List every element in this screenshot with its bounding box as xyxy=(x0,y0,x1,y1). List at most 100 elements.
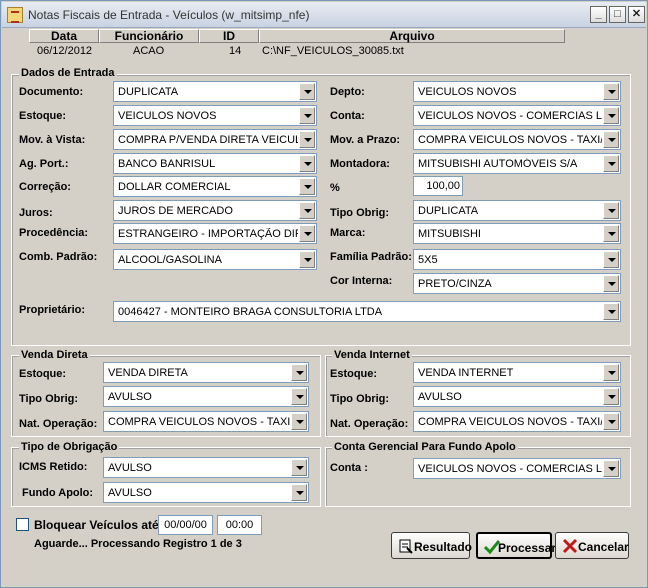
window-title: Notas Fiscais de Entrada - Veículos (w_m… xyxy=(28,8,310,22)
minimize-icon[interactable]: _ xyxy=(590,6,607,23)
documento-value: DUPLICATA xyxy=(118,86,179,98)
grid-cell-funcionario[interactable]: ACAO xyxy=(133,45,164,57)
vi-tipo-obrig-select[interactable]: AVULSO xyxy=(413,386,621,407)
montadora-select[interactable]: MITSUBISHI AUTOMÓVEIS S/A xyxy=(413,153,621,174)
depto-select[interactable]: VEICULOS NOVOS xyxy=(413,81,621,102)
icms-select[interactable]: AVULSO xyxy=(103,457,309,478)
title-bar[interactable]: Notas Fiscais de Entrada - Veículos (w_m… xyxy=(2,2,646,28)
familia-select[interactable]: 5X5 xyxy=(413,249,621,270)
juros-value: JUROS DE MERCADO xyxy=(118,205,233,217)
chevron-down-icon[interactable] xyxy=(603,388,619,405)
processar-button[interactable]: Processar xyxy=(476,532,556,559)
icms-label: ICMS Retido: xyxy=(19,461,88,473)
vi-estoque-select[interactable]: VENDA INTERNET xyxy=(413,362,621,383)
percent-input[interactable]: 100,00 xyxy=(413,176,463,196)
chevron-down-icon[interactable] xyxy=(299,155,315,172)
main-window: Notas Fiscais de Entrada - Veículos (w_m… xyxy=(0,0,648,588)
conta-select[interactable]: VEICULOS NOVOS - COMERCIAS LEVES xyxy=(413,105,621,126)
chevron-down-icon[interactable] xyxy=(603,107,619,124)
grid-header-funcionario[interactable]: Funcionário xyxy=(99,29,199,43)
grid-cell-arquivo[interactable]: C:\NF_VEICULOS_30085.txt xyxy=(262,45,404,57)
chevron-down-icon[interactable] xyxy=(603,364,619,381)
mov-vista-label: Mov. à Vista: xyxy=(19,134,86,146)
bloquear-time-input[interactable]: 00:00 xyxy=(217,515,262,535)
vd-estoque-select[interactable]: VENDA DIRETA xyxy=(103,362,309,383)
mov-prazo-select[interactable]: COMPRA VEICULOS NOVOS - TAXI/DEF xyxy=(413,129,621,150)
cancelar-button[interactable]: Cancelar xyxy=(555,532,629,559)
chevron-down-icon[interactable] xyxy=(291,484,307,501)
resultado-button[interactable]: Resultado xyxy=(391,532,472,559)
cor-interna-label: Cor Interna: xyxy=(330,275,393,287)
chevron-down-icon[interactable] xyxy=(603,275,619,292)
fundo-select[interactable]: AVULSO xyxy=(103,482,309,503)
ag-port-value: BANCO BANRISUL xyxy=(118,158,216,170)
file-grid[interactable]: Data Funcionário ID Arquivo 06/12/2012 A… xyxy=(29,29,567,67)
bloquear-label: Bloquear Veículos até: xyxy=(34,518,163,532)
comb-padrao-select[interactable]: ALCOOL/GASOLINA xyxy=(113,249,317,270)
chevron-down-icon[interactable] xyxy=(291,388,307,405)
correcao-value: DOLLAR COMERCIAL xyxy=(118,181,231,193)
grid-cell-data[interactable]: 06/12/2012 xyxy=(37,45,92,57)
vi-estoque-value: VENDA INTERNET xyxy=(418,367,514,379)
chevron-down-icon[interactable] xyxy=(603,225,619,242)
grid-cell-id[interactable]: 14 xyxy=(229,45,241,57)
comb-padrao-value: ALCOOL/GASOLINA xyxy=(118,254,222,266)
estoque-label: Estoque: xyxy=(19,110,67,122)
maximize-icon[interactable]: □ xyxy=(609,6,626,23)
chevron-down-icon[interactable] xyxy=(299,202,315,219)
chevron-down-icon[interactable] xyxy=(603,202,619,219)
cor-interna-select[interactable]: PRETO/CINZA xyxy=(413,273,621,294)
procedencia-value: ESTRANGEIRO - IMPORTAÇÃO DIRETA xyxy=(118,228,298,240)
chevron-down-icon[interactable] xyxy=(291,364,307,381)
estoque-select[interactable]: VEICULOS NOVOS xyxy=(113,105,317,126)
vd-nat-operacao-label: Nat. Operação: xyxy=(19,418,98,430)
depto-label: Depto: xyxy=(330,86,365,98)
vd-nat-operacao-select[interactable]: COMPRA VEICULOS NOVOS - TAXI/DEF xyxy=(103,411,309,432)
documento-select[interactable]: DUPLICATA xyxy=(113,81,317,102)
vi-nat-operacao-value: COMPRA VEICULOS NOVOS - TAXI/DEF xyxy=(418,416,602,428)
chevron-down-icon[interactable] xyxy=(603,155,619,172)
conta-value: VEICULOS NOVOS - COMERCIAS LEVES xyxy=(418,110,602,122)
vd-nat-operacao-value: COMPRA VEICULOS NOVOS - TAXI/DEF xyxy=(108,416,290,428)
marca-select[interactable]: MITSUBISHI xyxy=(413,223,621,244)
chevron-down-icon[interactable] xyxy=(291,459,307,476)
cancel-x-icon xyxy=(562,538,578,554)
chevron-down-icon[interactable] xyxy=(299,178,315,195)
chevron-down-icon[interactable] xyxy=(299,225,315,242)
grid-header-data[interactable]: Data xyxy=(29,29,99,43)
chevron-down-icon[interactable] xyxy=(603,83,619,100)
chevron-down-icon[interactable] xyxy=(299,83,315,100)
estoque-value: VEICULOS NOVOS xyxy=(118,110,217,122)
chevron-down-icon[interactable] xyxy=(299,131,315,148)
bloquear-date-input[interactable]: 00/00/00 xyxy=(158,515,213,535)
chevron-down-icon[interactable] xyxy=(603,413,619,430)
chevron-down-icon[interactable] xyxy=(603,251,619,268)
montadora-label: Montadora: xyxy=(330,158,390,170)
tipo-obrig-select[interactable]: DUPLICATA xyxy=(413,200,621,221)
mov-vista-select[interactable]: COMPRA P/VENDA DIRETA VEICULOS xyxy=(113,129,317,150)
juros-select[interactable]: JUROS DE MERCADO xyxy=(113,200,317,221)
procedencia-select[interactable]: ESTRANGEIRO - IMPORTAÇÃO DIRETA xyxy=(113,223,317,244)
vd-tipo-obrig-select[interactable]: AVULSO xyxy=(103,386,309,407)
chevron-down-icon[interactable] xyxy=(603,303,619,320)
grid-header-arquivo[interactable]: Arquivo xyxy=(259,29,565,43)
chevron-down-icon[interactable] xyxy=(299,251,315,268)
group-label-dados-entrada: Dados de Entrada xyxy=(19,67,117,79)
close-icon[interactable]: ✕ xyxy=(628,6,645,23)
chevron-down-icon[interactable] xyxy=(603,460,619,477)
ag-port-select[interactable]: BANCO BANRISUL xyxy=(113,153,317,174)
status-text: Aguarde... Processando Registro 1 de 3 xyxy=(34,538,242,550)
chevron-down-icon[interactable] xyxy=(603,131,619,148)
grid-header-id[interactable]: ID xyxy=(199,29,259,43)
correcao-label: Correção: xyxy=(19,181,71,193)
chevron-down-icon[interactable] xyxy=(291,413,307,430)
bloquear-checkbox[interactable] xyxy=(16,518,29,531)
fundo-value: AVULSO xyxy=(108,487,152,499)
cg-conta-select[interactable]: VEICULOS NOVOS - COMERCIAS LEVES xyxy=(413,458,621,479)
chevron-down-icon[interactable] xyxy=(299,107,315,124)
correcao-select[interactable]: DOLLAR COMERCIAL xyxy=(113,176,317,197)
proprietario-label: Proprietário: xyxy=(19,304,86,316)
vi-nat-operacao-select[interactable]: COMPRA VEICULOS NOVOS - TAXI/DEF xyxy=(413,411,621,432)
tipo-obrig-value: DUPLICATA xyxy=(418,205,479,217)
proprietario-select[interactable]: 0046427 - MONTEIRO BRAGA CONSULTORIA LTD… xyxy=(113,301,621,322)
